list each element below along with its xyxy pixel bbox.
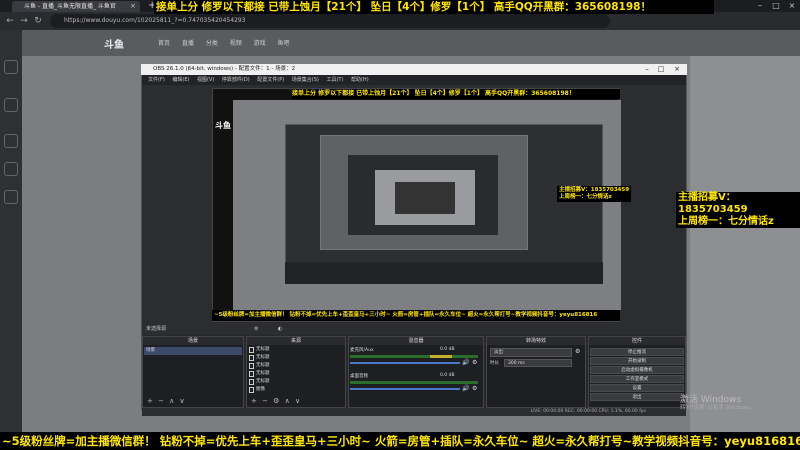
- tab-close-icon[interactable]: ×: [130, 2, 138, 10]
- transition-gear-icon[interactable]: ⚙: [575, 348, 580, 355]
- obs-maximize-icon[interactable]: □: [654, 64, 668, 75]
- top-banner: 接单上分 修罗以下都接 已带上蚀月【21个】 坠日【4个】修罗【1个】 高手QQ…: [154, 0, 714, 14]
- preview-logo: 斗鱼: [215, 121, 231, 130]
- mic-speaker-icon[interactable]: 🔊: [462, 359, 469, 366]
- exit-button[interactable]: 退出: [590, 393, 684, 401]
- start-recording-button[interactable]: 开始录制: [590, 357, 684, 365]
- left-sidebar: [0, 30, 22, 440]
- mixer-dock-title: 混音器: [349, 337, 483, 345]
- close-window-icon[interactable]: ×: [784, 0, 800, 12]
- forward-icon[interactable]: →: [18, 15, 30, 27]
- mic-gear-icon[interactable]: ⚙: [472, 359, 477, 366]
- sidebar-video-icon[interactable]: [4, 134, 18, 148]
- source-item[interactable]: 图像: [248, 386, 338, 394]
- source-item[interactable]: 无标题: [248, 370, 338, 378]
- transition-select[interactable]: 淡出: [490, 348, 572, 357]
- mixer-mic-label: 麦克风/Aux: [350, 348, 374, 353]
- source-item[interactable]: 无标题: [248, 378, 338, 386]
- obs-minimize-icon[interactable]: –: [640, 64, 654, 75]
- mic-volume-slider[interactable]: [350, 362, 460, 364]
- source-item[interactable]: 无标题: [248, 346, 338, 354]
- sidebar-follow-icon[interactable]: [4, 98, 18, 112]
- duration-label: 时长: [490, 361, 499, 366]
- right-recruit-line1: 主播招募V：1835703459: [678, 192, 748, 215]
- windows-activation-hint: 转到"设置"以激活 Windows。: [680, 405, 756, 411]
- sources-dock-toolbar[interactable]: + − ⚙ ∧ ∨: [247, 396, 345, 406]
- right-recruit-text: 主播招募V：1835703459 上周榜一：七分情话z: [676, 192, 800, 228]
- settings-button[interactable]: 设置: [590, 384, 684, 392]
- obs-source-toolbar: 未选择源 ⚙ ◐: [142, 324, 686, 335]
- preview-recruit-line1: 主播招募V：1835703459: [559, 187, 630, 193]
- preview-recruit-text: 主播招募V：1835703459 上周榜一：七分情话z: [557, 186, 632, 202]
- preview-bottom-banner: ~5级粉丝牌=加主播微信群！ 钻粉不掉=优先上车+歪歪皇马+三小时~ 火箭=房管…: [212, 310, 620, 321]
- mic-meter-peak: [430, 355, 452, 358]
- controls-dock-title: 控件: [589, 337, 685, 345]
- minimize-icon[interactable]: –: [752, 0, 768, 12]
- preview-recruit-line2: 上周榜一：七分情话z: [559, 194, 612, 200]
- obs-status-bar: LIVE: 00:00:00 REC: 00:00:00 CPU: 1.1%, …: [142, 408, 686, 416]
- sidebar-more-icon[interactable]: [4, 190, 18, 204]
- douyu-nav[interactable]: 首页 直播 分类 视频 游戏 鱼吧: [158, 38, 290, 47]
- bottom-banner: ~5级粉丝牌=加主播微信群！ 钻粉不掉=优先上车+歪歪皇马+三小时~ 火箭=房管…: [0, 432, 800, 450]
- scene-item[interactable]: 场景: [144, 347, 242, 355]
- duration-input[interactable]: 300 ms: [504, 359, 572, 367]
- obs-title-bar: OBS 26.1.0 (64-bit, windows) - 配置文件：1 - …: [141, 64, 687, 75]
- preview-top-banner: 接单上分 修罗以下都接 已带上蚀月【21个】 坠日【4个】修罗【1个】 高手QQ…: [292, 89, 620, 99]
- desktop-volume-slider[interactable]: [350, 388, 460, 390]
- obs-close-icon[interactable]: ×: [670, 64, 684, 75]
- transitions-dock-title: 转场特效: [487, 337, 585, 345]
- browser-tab[interactable]: 斗鱼 - 直播_斗鱼无限直播_ 斗鱼官: [12, 1, 140, 12]
- obs-menu-bar[interactable]: 文件(F) 编辑(E) 视图(V) 停靠部件(D) 配置文件(P) 场景集合(S…: [142, 75, 686, 85]
- scenes-dock-toolbar[interactable]: + − ∧ ∨: [143, 396, 243, 406]
- mixer-mic-db: 0.0 dB: [440, 347, 455, 352]
- desktop-gear-icon[interactable]: ⚙: [472, 385, 477, 392]
- stop-streaming-button[interactable]: 停止推流: [590, 348, 684, 356]
- properties-gear-icon[interactable]: ⚙: [254, 324, 258, 335]
- scenes-dock-title: 场景: [143, 337, 243, 345]
- mixer-desktop-label: 桌面音频: [350, 374, 368, 379]
- mixer-desktop-db: 0.0 dB: [440, 373, 455, 378]
- sidebar-home-icon[interactable]: [4, 60, 18, 74]
- sources-dock-title: 来源: [247, 337, 345, 345]
- mic-meter: [350, 355, 478, 358]
- sidebar-game-icon[interactable]: [4, 162, 18, 176]
- maximize-icon[interactable]: □: [768, 0, 784, 12]
- no-source-label: 未选择源: [146, 326, 167, 332]
- preview-nested-docks: [285, 262, 603, 284]
- source-item[interactable]: 无标题: [248, 362, 338, 370]
- filters-icon[interactable]: ◐: [278, 324, 282, 335]
- douyu-header: 斗鱼 首页 直播 分类 视频 游戏 鱼吧: [22, 30, 800, 56]
- reload-icon[interactable]: ↻: [32, 15, 44, 27]
- right-recruit-line2: 上周榜一：七分情话z: [678, 216, 774, 227]
- chat-panel: [690, 56, 800, 440]
- back-icon[interactable]: ←: [4, 15, 16, 27]
- url-input[interactable]: https://www.douyu.com/102025811_?=0.7470…: [50, 14, 610, 28]
- source-item[interactable]: 无标题: [248, 354, 338, 362]
- studio-mode-button[interactable]: 工作室模式: [590, 375, 684, 383]
- transitions-dock: [486, 336, 586, 408]
- desktop-speaker-icon[interactable]: 🔊: [462, 385, 469, 392]
- virtual-camera-button[interactable]: 启动虚拟摄像机: [590, 366, 684, 374]
- preview-nested-5: [395, 182, 455, 214]
- desktop-meter: [350, 381, 478, 384]
- douyu-logo[interactable]: 斗鱼: [104, 36, 124, 51]
